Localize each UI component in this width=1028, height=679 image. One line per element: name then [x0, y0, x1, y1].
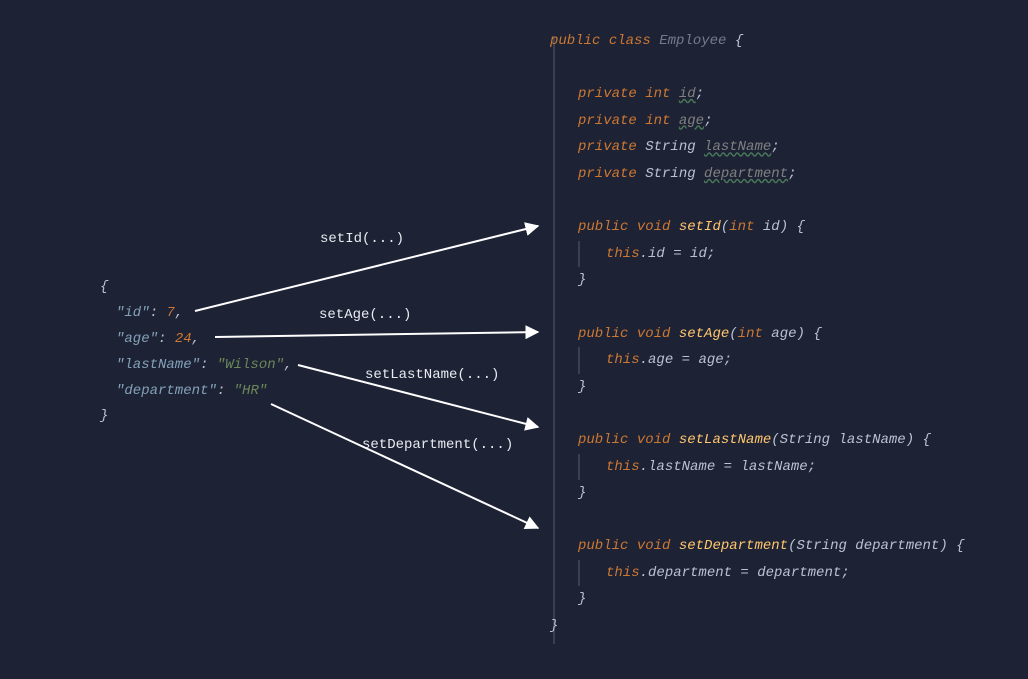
- json-prop-id: "id": 7,: [116, 301, 292, 327]
- method-setage-sig: public void setAge(int age) {: [550, 321, 965, 348]
- method-setlastname-sig: public void setLastName(String lastName)…: [550, 427, 965, 454]
- brace-close: }: [100, 408, 108, 424]
- method-setid-sig: public void setId(int id) {: [550, 214, 965, 241]
- method-setid-body: this.id = id;: [578, 241, 965, 268]
- arrow-setdepartment: [271, 404, 538, 528]
- field-lastname: private String lastName;: [550, 134, 965, 161]
- json-object: { "id": 7, "age": 24, "lastName": "Wilso…: [100, 275, 292, 430]
- arrow-label-setid: setId(...): [320, 231, 404, 247]
- arrow-label-setage: setAge(...): [319, 307, 411, 323]
- arrow-label-setdepartment: setDepartment(...): [362, 437, 513, 453]
- field-department: private String department;: [550, 161, 965, 188]
- field-age: private int age;: [550, 108, 965, 135]
- field-id: private int id;: [550, 81, 965, 108]
- json-prop-lastname: "lastName": "Wilson",: [116, 353, 292, 379]
- json-prop-department: "department": "HR": [116, 379, 292, 405]
- method-setlastname-body: this.lastName = lastName;: [578, 454, 965, 481]
- method-setdepartment-sig: public void setDepartment(String departm…: [550, 533, 965, 560]
- json-prop-age: "age": 24,: [116, 327, 292, 353]
- java-class: public class Employee { private int id; …: [550, 28, 965, 640]
- method-setage-body: this.age = age;: [578, 347, 965, 374]
- class-decl: public class Employee {: [550, 28, 965, 55]
- method-setdepartment-body: this.department = department;: [578, 560, 965, 587]
- brace-open: {: [100, 279, 108, 295]
- arrow-label-setlastname: setLastName(...): [365, 367, 499, 383]
